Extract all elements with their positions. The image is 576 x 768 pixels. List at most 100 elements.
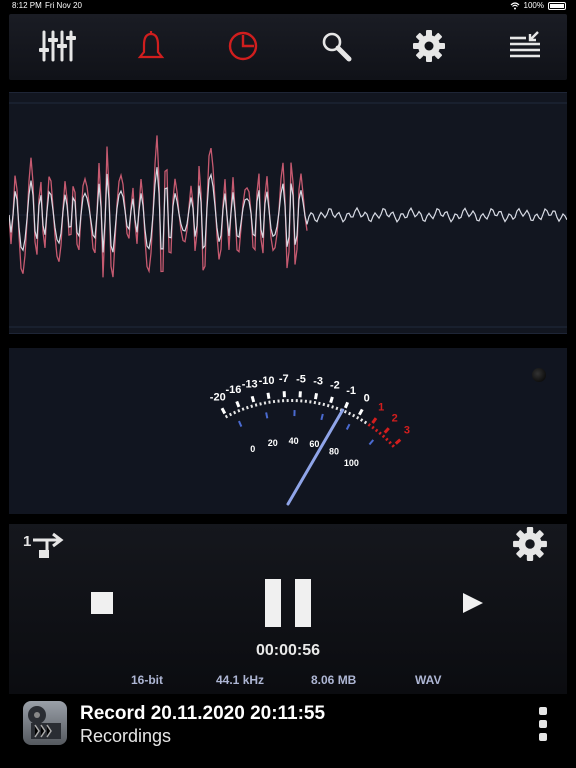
stop-button[interactable] (91, 592, 113, 614)
vu-scale-tick (348, 411, 352, 416)
vu-db-label: 3 (404, 425, 410, 437)
mixer-button[interactable] (37, 28, 77, 64)
vu-percent-tick (320, 413, 324, 421)
waveform (9, 102, 567, 328)
vu-scale-tick (245, 405, 249, 410)
vu-percent-tick (238, 420, 243, 427)
sample-rate: 44.1 kHz (216, 673, 265, 687)
play-button[interactable] (462, 592, 484, 619)
vu-percent-label: 40 (289, 436, 299, 446)
recording-bar[interactable]: Record 20.11.2020 20:11:55 Recordings (0, 695, 576, 768)
wifi-icon (510, 1, 519, 9)
vu-percent-label: 60 (309, 439, 319, 449)
recording-folder: Recordings (80, 726, 172, 746)
vu-scale-tick (326, 403, 330, 408)
vu-db-label: -7 (279, 373, 289, 385)
svg-text:1: 1 (23, 533, 31, 550)
timer-icon (228, 31, 258, 61)
more-dot (539, 720, 547, 728)
vu-percent-label: 0 (250, 444, 255, 454)
recording-thumbnail (23, 701, 67, 745)
more-options-button[interactable] (537, 707, 549, 741)
vu-scale-tick (388, 440, 392, 445)
mixer-icon (39, 30, 76, 62)
vu-scale-tick (363, 420, 368, 425)
vu-scale-tick (263, 401, 267, 405)
vu-scale-tick (352, 413, 356, 418)
vu-scale-tick (381, 434, 386, 439)
vu-db-tick (314, 392, 319, 400)
vu-meter-gauge: -20-16 -13 -10 -7 -5 -3 -2 -10123020 40 6080100 (210, 373, 410, 506)
vu-db-tick (394, 438, 402, 445)
playlist-icon (510, 31, 540, 58)
gear-icon (513, 527, 547, 561)
vu-db-label: -5 (296, 373, 306, 385)
vu-scale-tick (313, 400, 317, 405)
vu-db-tick (383, 427, 390, 434)
status-time: 8:12 PM (12, 1, 42, 10)
vu-percent-label: 20 (268, 438, 278, 448)
vu-scale-tick (254, 403, 258, 407)
pause-bar-right (295, 579, 311, 627)
vu-scale-tick (322, 402, 326, 407)
vu-db-label: -1 (346, 385, 356, 397)
waveform-display (9, 92, 567, 334)
pause-bar-left (265, 579, 281, 627)
transport-settings-button[interactable] (512, 526, 548, 567)
vu-scale-tick (228, 412, 233, 417)
settings-button[interactable] (409, 28, 449, 64)
vu-scale-tick (331, 405, 334, 409)
recording-title: Record 20.11.2020 20:11:55 (80, 703, 326, 724)
vu-scale-tick (391, 444, 395, 448)
vu-db-label: -13 (242, 379, 258, 391)
gear-icon (413, 30, 445, 62)
search-button[interactable] (316, 28, 356, 64)
vu-db-label: 1 (378, 402, 384, 414)
vu-db-label: -16 (225, 384, 241, 396)
vu-scale-tick (237, 409, 241, 413)
vu-db-tick (358, 408, 364, 416)
input-routing-button[interactable]: 1 (23, 532, 69, 565)
vu-scale-tick (356, 415, 360, 420)
vu-db-tick (250, 395, 256, 403)
transport-panel: 1 (9, 524, 567, 694)
vu-db-tick (329, 396, 334, 404)
vu-scale-tick (335, 406, 339, 411)
vu-db-tick (220, 407, 227, 415)
elapsed-time: 00:00:56 (255, 642, 321, 659)
vu-db-tick (343, 401, 350, 409)
vu-percent-tick (265, 412, 269, 419)
battery-icon (548, 1, 566, 10)
vu-scale-tick (378, 431, 382, 436)
toolbar (9, 14, 567, 80)
vu-scale-tick (259, 402, 262, 406)
vu-scale-tick (343, 409, 347, 414)
status-right: 100% (510, 1, 566, 10)
vu-scale-tick (371, 425, 375, 430)
playlist-button[interactable] (505, 28, 545, 64)
vu-db-label: 2 (392, 412, 398, 424)
play-icon (463, 593, 483, 613)
alarm-button[interactable] (131, 28, 171, 64)
more-dot (539, 707, 547, 715)
bell-icon (137, 31, 165, 59)
status-bar: 8:12 PM Fri Nov 20 100% (0, 0, 576, 12)
vu-percent-tick (345, 423, 351, 430)
vu-meter: -20 -16 -13 -10 -7 -5 -3 -2 -1 0 1 2 3 0 20 40 60 80 100 (9, 348, 567, 514)
vu-db-label: 0 (364, 393, 370, 405)
pause-button[interactable] (265, 579, 315, 627)
vu-db-label: -20 (210, 391, 226, 403)
search-icon (322, 32, 352, 62)
vu-scale-tick (233, 410, 237, 415)
vu-scale-tick (385, 437, 389, 442)
vu-scale-tick (224, 414, 229, 419)
battery-percent: 100% (523, 1, 544, 10)
vu-percent-tick (368, 439, 375, 446)
vu-db-label: -10 (259, 375, 275, 387)
recording-file-icon (28, 706, 61, 739)
vu-db-tick (371, 417, 378, 424)
vu-scale-tick (318, 401, 321, 406)
timer-button[interactable] (223, 28, 263, 64)
vu-db-label: -2 (330, 379, 340, 391)
vu-percent-label: 100 (344, 458, 359, 468)
